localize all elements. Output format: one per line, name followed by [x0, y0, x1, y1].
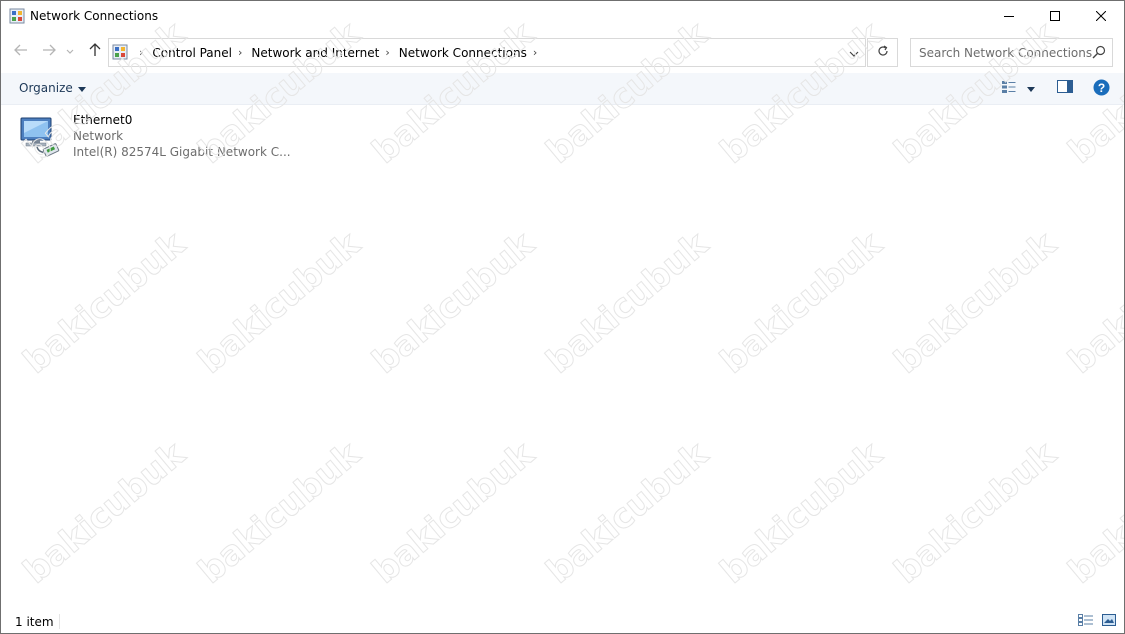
chevron-right-icon[interactable]: › — [533, 46, 537, 59]
search-box[interactable]: Search Network Connections — [910, 38, 1113, 67]
breadcrumb: › Control Panel › Network and Internet ›… — [133, 39, 546, 66]
caret-down-icon — [77, 81, 86, 95]
organize-label: Organize — [19, 81, 73, 95]
network-connections-icon — [112, 44, 128, 60]
maximize-button[interactable] — [1032, 1, 1078, 32]
list-item[interactable]: Ethernet0 Network Intel(R) 82574L Gigabi… — [17, 113, 291, 165]
status-divider — [59, 614, 60, 629]
search-icon[interactable] — [1092, 45, 1106, 59]
refresh-button[interactable] — [867, 38, 898, 67]
preview-pane-button[interactable] — [1057, 79, 1073, 97]
help-button[interactable]: ? — [1093, 79, 1110, 99]
navigation-bar: › Control Panel › Network and Internet ›… — [1, 35, 1124, 69]
item-count: 1 item — [15, 615, 54, 629]
large-icons-view-icon[interactable] — [1102, 614, 1116, 629]
refresh-icon — [877, 45, 889, 60]
network-adapter-icon — [17, 113, 65, 161]
minimize-button[interactable] — [986, 1, 1032, 32]
title-bar[interactable]: Network Connections — [1, 1, 1124, 32]
change-view-button[interactable] — [1001, 79, 1017, 97]
chevron-right-icon[interactable]: › — [139, 46, 143, 59]
view-switcher — [1078, 614, 1116, 629]
address-bar[interactable]: › Control Panel › Network and Internet ›… — [108, 38, 866, 67]
item-name: Ethernet0 — [73, 113, 133, 127]
command-bar: Organize ? — [1, 73, 1124, 105]
preview-pane-icon — [1057, 80, 1073, 96]
minimize-icon — [1004, 10, 1014, 24]
file-list: Ethernet0 Network Intel(R) 82574L Gigabi… — [1, 105, 1124, 605]
close-icon — [1095, 10, 1107, 24]
up-button[interactable] — [85, 41, 105, 61]
view-options-icon — [1001, 80, 1017, 97]
forward-arrow-icon — [42, 44, 56, 59]
breadcrumb-network-connections[interactable]: Network Connections — [399, 46, 527, 60]
back-arrow-icon — [14, 44, 28, 59]
network-connections-icon — [9, 8, 25, 24]
address-dropdown-button[interactable] — [843, 39, 865, 66]
view-options-dropdown[interactable] — [1027, 79, 1035, 97]
chevron-right-icon[interactable]: › — [385, 46, 389, 59]
maximize-icon — [1050, 10, 1060, 24]
item-device: Intel(R) 82574L Gigabit Network C... — [73, 145, 291, 159]
chevron-right-icon[interactable]: › — [238, 46, 242, 59]
breadcrumb-network-and-internet[interactable]: Network and Internet — [251, 46, 379, 60]
window-title: Network Connections — [30, 9, 159, 23]
breadcrumb-control-panel[interactable]: Control Panel — [152, 46, 232, 60]
details-view-icon[interactable] — [1078, 614, 1094, 629]
item-status: Network — [73, 129, 124, 143]
search-input[interactable]: Search Network Connections — [919, 46, 1092, 60]
up-arrow-icon — [89, 42, 101, 60]
explorer-window: Network Connections › Control Panel › Ne… — [0, 0, 1125, 634]
chevron-down-icon — [849, 46, 859, 60]
status-bar: 1 item — [1, 610, 1124, 633]
svg-text:?: ? — [1098, 81, 1105, 95]
forward-button[interactable] — [39, 41, 59, 61]
chevron-down-icon — [66, 44, 74, 58]
help-icon: ? — [1093, 79, 1110, 99]
close-button[interactable] — [1078, 1, 1124, 32]
back-button[interactable] — [11, 41, 31, 61]
recent-locations-button[interactable] — [64, 41, 76, 61]
caret-down-icon — [1027, 81, 1035, 95]
organize-button[interactable]: Organize — [19, 81, 86, 95]
